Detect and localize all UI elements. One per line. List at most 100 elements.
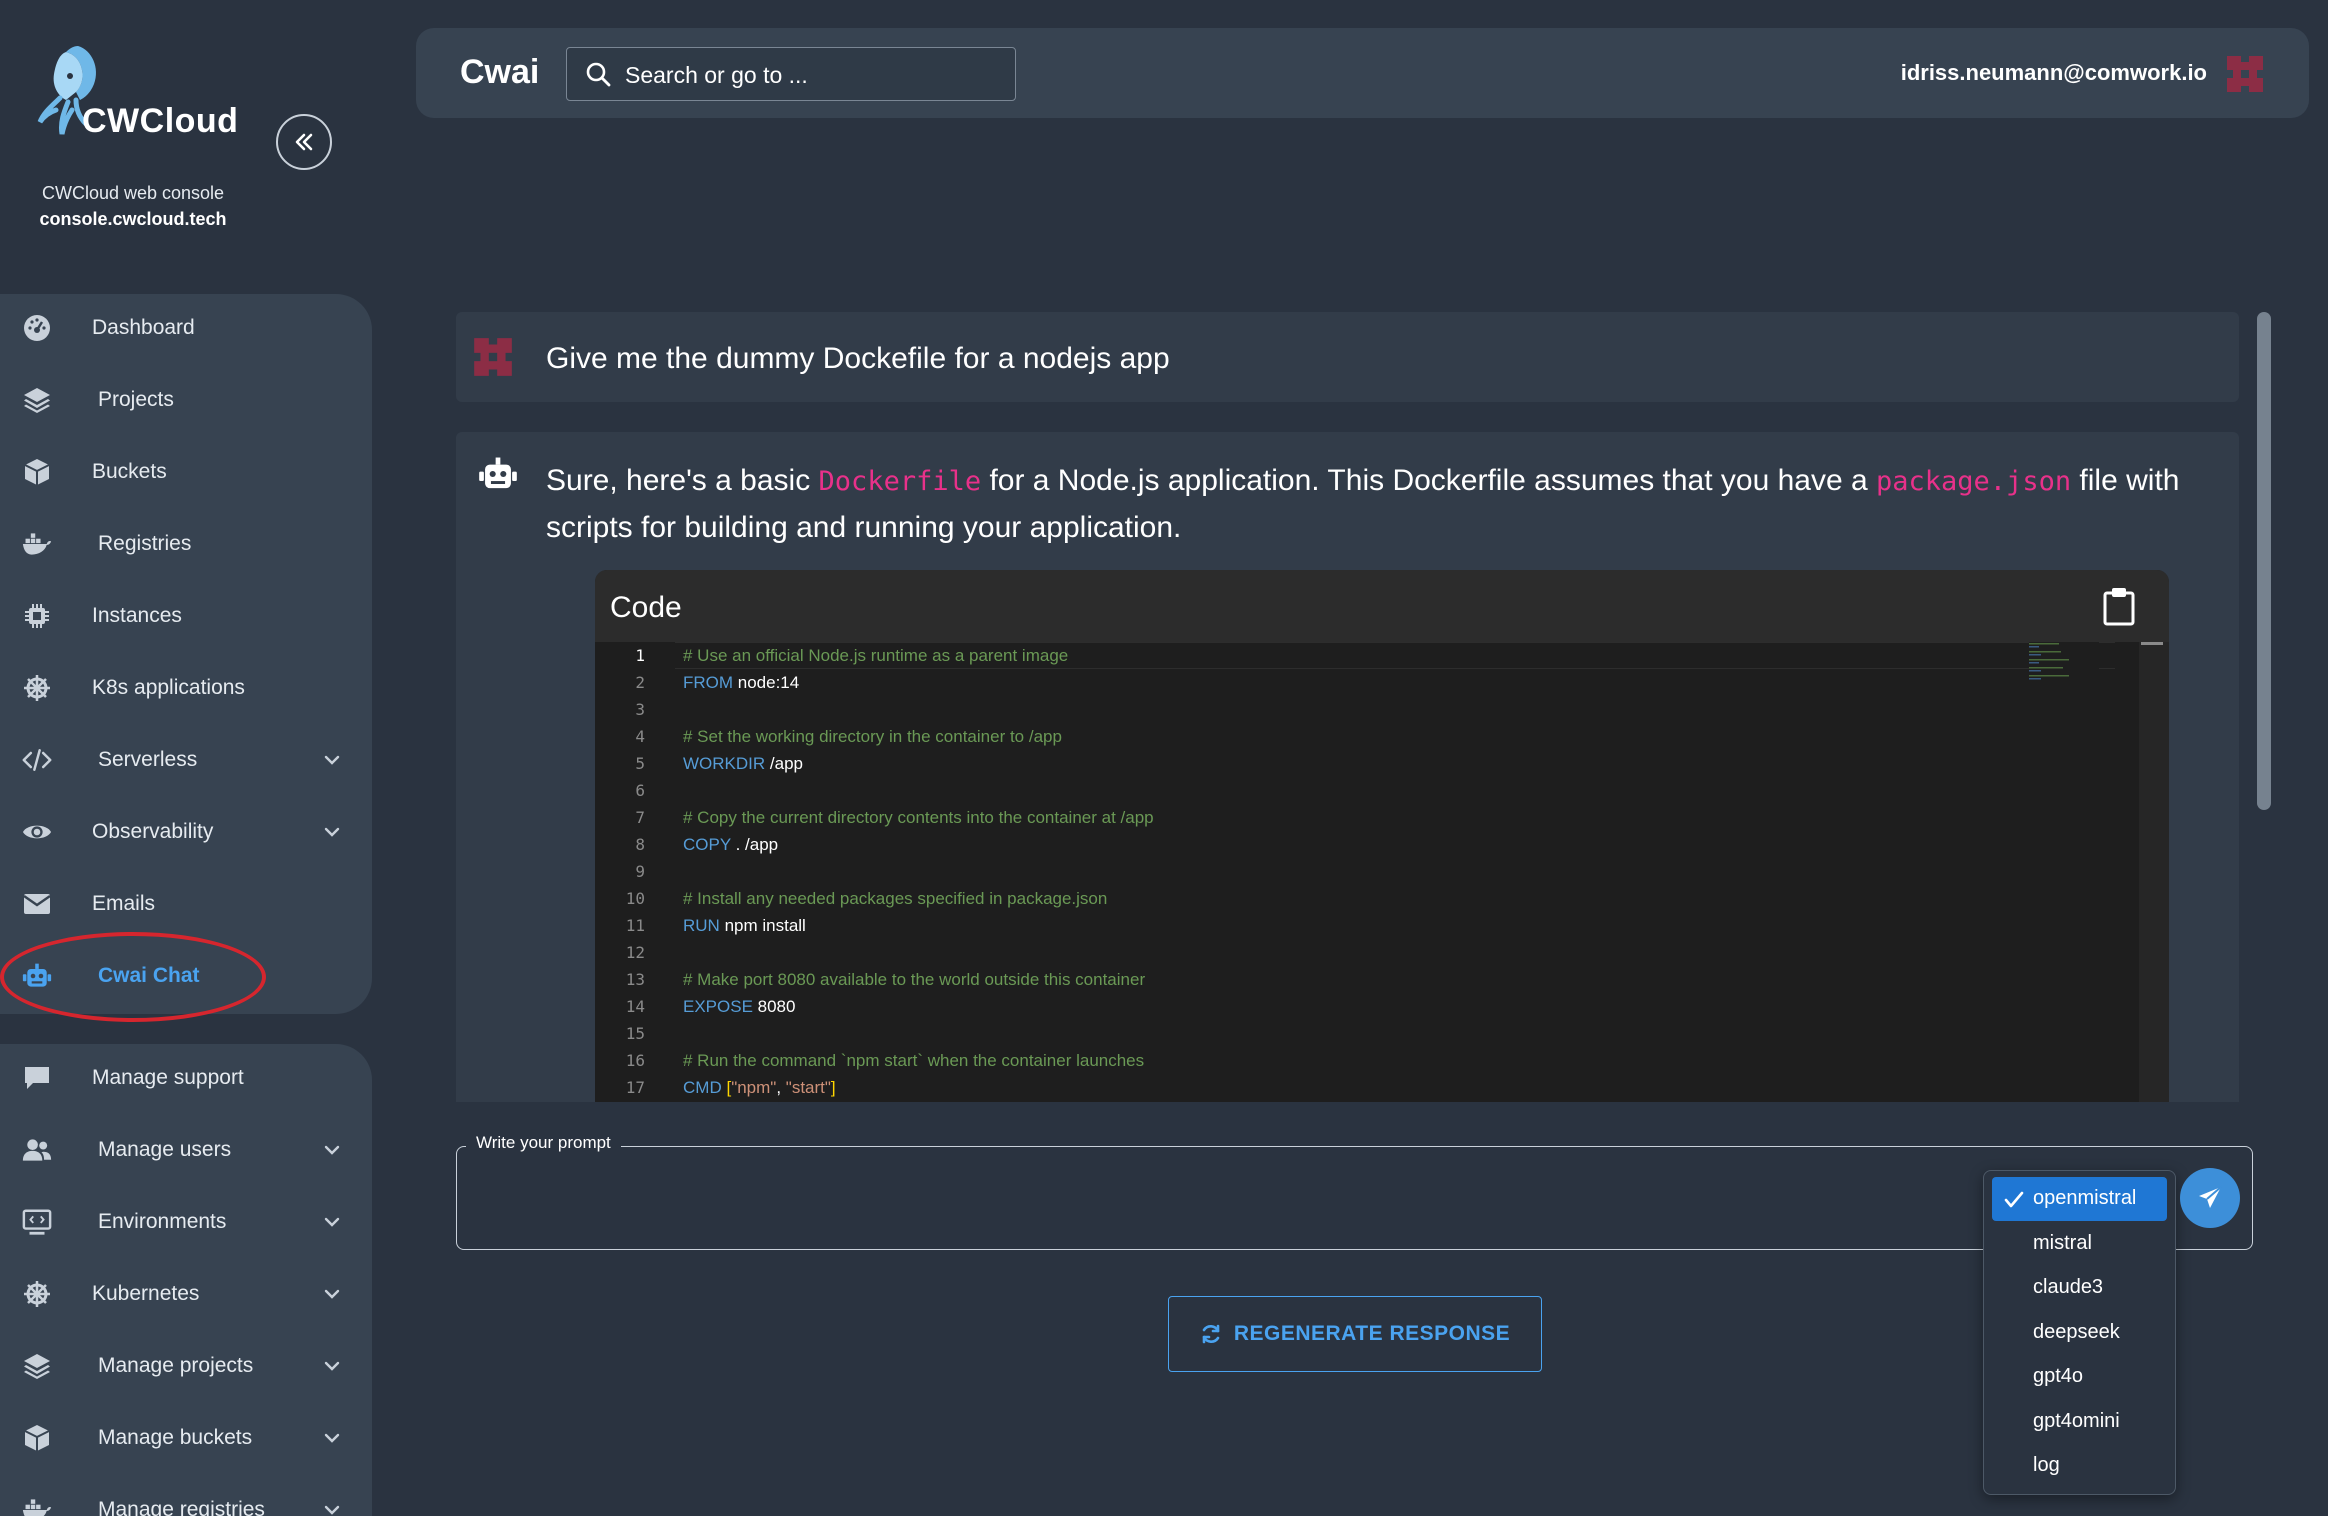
page-scrollbar[interactable]	[2257, 312, 2271, 810]
clipboard-icon[interactable]	[2101, 586, 2137, 626]
cube-icon	[22, 458, 52, 486]
sidebar-item-dashboard[interactable]: Dashboard	[0, 292, 372, 364]
sidebar-item-manage-support[interactable]: Manage support	[0, 1042, 372, 1114]
console-url[interactable]: console.cwcloud.tech	[0, 209, 266, 230]
sidebar-item-buckets[interactable]: Buckets	[0, 436, 372, 508]
chevron-down-icon[interactable]	[320, 748, 344, 772]
code-token: # Use an official Node.js runtime as a p…	[683, 646, 1069, 665]
model-option-label: claude3	[2033, 1276, 2104, 1298]
line-number: 14	[625, 997, 645, 1016]
model-option-gpt4omini[interactable]: gpt4omini	[1992, 1400, 2167, 1444]
code-line: 4 # Set the working directory in the cont…	[595, 723, 2115, 750]
chevron-down-icon[interactable]	[320, 1354, 344, 1378]
model-option-log[interactable]: log	[1992, 1444, 2167, 1488]
code-text: COPY . /app	[683, 835, 778, 855]
user-email[interactable]: idriss.neumann@comwork.io	[1901, 60, 2207, 86]
sidebar-item-projects[interactable]: Projects	[0, 364, 372, 436]
chevron-down-icon[interactable]	[320, 1426, 344, 1450]
model-option-claude3[interactable]: claude3	[1992, 1266, 2167, 1310]
sidebar-item-manage-registries[interactable]: Manage registries	[0, 1474, 372, 1516]
chat-panel: Give me the dummy Dockefile for a nodejs…	[456, 312, 2239, 1102]
sidebar-item-manage-users[interactable]: Manage users	[0, 1114, 372, 1186]
refresh-icon	[1202, 1324, 1220, 1344]
code-token: # Make port 8080 available to the world …	[683, 970, 1146, 989]
sidebar-item-manage-buckets[interactable]: Manage buckets	[0, 1402, 372, 1474]
sidebar-item-label: Manage users	[98, 1138, 232, 1161]
code-line: 10 # Install any needed packages specifie…	[595, 885, 2115, 912]
chevron-down-icon[interactable]	[320, 1498, 344, 1516]
sidebar-item-cwai-chat[interactable]: Cwai Chat	[0, 940, 372, 1012]
sidebar-item-label: Instances	[92, 604, 182, 627]
sidebar-item-label: Manage projects	[98, 1354, 254, 1377]
sidebar-item-manage-projects[interactable]: Manage projects	[0, 1330, 372, 1402]
bot-text-part: for a Node.js application. This Dockerfi…	[981, 464, 1877, 497]
line-number: 9	[635, 862, 645, 881]
search-input[interactable]: Search or go to ...	[566, 47, 1016, 101]
model-select-menu[interactable]: openmistral mistral claude3 deepseek gpt4o gp…	[1983, 1170, 2176, 1495]
sidebar-item-observability[interactable]: Observability	[0, 796, 372, 868]
checkmark-icon	[2004, 1191, 2024, 1208]
eye-icon	[22, 818, 52, 846]
sidebar-item-k8s-applications[interactable]: K8s applications	[0, 652, 372, 724]
cwcloud-logo[interactable]: CWCloud	[30, 40, 238, 150]
regenerate-response-button[interactable]: REGENERATE RESPONSE	[1168, 1296, 1542, 1372]
code-scrollbar-thumb[interactable]	[2141, 642, 2163, 645]
sidebar-item-serverless[interactable]: Serverless	[0, 724, 372, 796]
code-token: . /app	[730, 835, 779, 854]
sidebar-item-instances[interactable]: Instances	[0, 580, 372, 652]
line-number: 3	[635, 700, 645, 719]
dashboard-icon	[22, 314, 52, 342]
code-editor[interactable]: 1 # Use an official Node.js runtime as a …	[595, 642, 2169, 1102]
code-token: WORKDIR	[683, 754, 766, 773]
chevron-down-icon[interactable]	[320, 1210, 344, 1234]
code-text: RUN npm install	[683, 916, 806, 936]
model-option-mistral[interactable]: mistral	[1992, 1222, 2167, 1266]
code-token: "start"	[785, 1078, 831, 1097]
line-number: 8	[635, 835, 645, 854]
chevron-down-icon[interactable]	[320, 1282, 344, 1306]
line-number: 1	[635, 646, 645, 665]
code-token: # Copy the current directory contents in…	[683, 808, 1154, 827]
code-text: FROM node:14	[683, 673, 799, 693]
prompt-label: Write your prompt	[466, 1133, 621, 1153]
monitor-code-icon	[22, 1208, 52, 1236]
sidebar-item-label: Registries	[98, 532, 192, 555]
code-text: # Copy the current directory contents in…	[683, 808, 1154, 828]
model-option-gpt4o[interactable]: gpt4o	[1992, 1355, 2167, 1399]
users-icon	[22, 1136, 52, 1164]
chevron-down-icon[interactable]	[320, 820, 344, 844]
collapse-sidebar-button[interactable]	[276, 114, 332, 170]
code-token: ]	[830, 1078, 836, 1097]
code-text: # Make port 8080 available to the world …	[683, 970, 1145, 990]
user-message: Give me the dummy Dockefile for a nodejs…	[456, 312, 2239, 402]
model-option-label: deepseek	[2033, 1320, 2120, 1343]
sidebar-item-emails[interactable]: Emails	[0, 868, 372, 940]
code-line: 16 # Run the command `npm start` when the…	[595, 1047, 2115, 1074]
line-number: 5	[635, 754, 645, 773]
sidebar-item-registries[interactable]: Registries	[0, 508, 372, 580]
code-text: # Set the working directory in the conta…	[683, 727, 1062, 747]
send-button[interactable]	[2180, 1168, 2240, 1228]
code-token: /app	[765, 754, 803, 773]
docker-icon	[22, 530, 52, 558]
chat-bubble-icon	[22, 1064, 52, 1092]
sidebar-item-label: Serverless	[98, 748, 198, 771]
sidebar-item-environments[interactable]: Environments	[0, 1186, 372, 1258]
model-option-label: mistral	[2033, 1231, 2092, 1254]
code-token: # Run the command `npm start` when the c…	[683, 1051, 1145, 1070]
chevron-down-icon[interactable]	[320, 1138, 344, 1162]
model-option-openmistral[interactable]: openmistral	[1992, 1177, 2167, 1221]
sidebar-item-kubernetes[interactable]: Kubernetes	[0, 1258, 372, 1330]
chip-icon	[22, 602, 52, 630]
model-option-label: openmistral	[2033, 1187, 2137, 1209]
inline-code: Dockerfile	[818, 466, 982, 497]
mail-icon	[22, 890, 52, 918]
code-line: 12	[595, 939, 2115, 966]
bot-message-text: Sure, here's a basic Dockerfile for a No…	[546, 458, 2196, 551]
sidebar-item-label: Emails	[92, 892, 156, 915]
model-option-deepseek[interactable]: deepseek	[1992, 1311, 2167, 1355]
code-scrollbar[interactable]	[2139, 642, 2169, 1102]
user-avatar-icon[interactable]	[2223, 52, 2267, 96]
code-line: 8 COPY . /app	[595, 831, 2115, 858]
model-option-label: log	[2033, 1454, 2060, 1476]
